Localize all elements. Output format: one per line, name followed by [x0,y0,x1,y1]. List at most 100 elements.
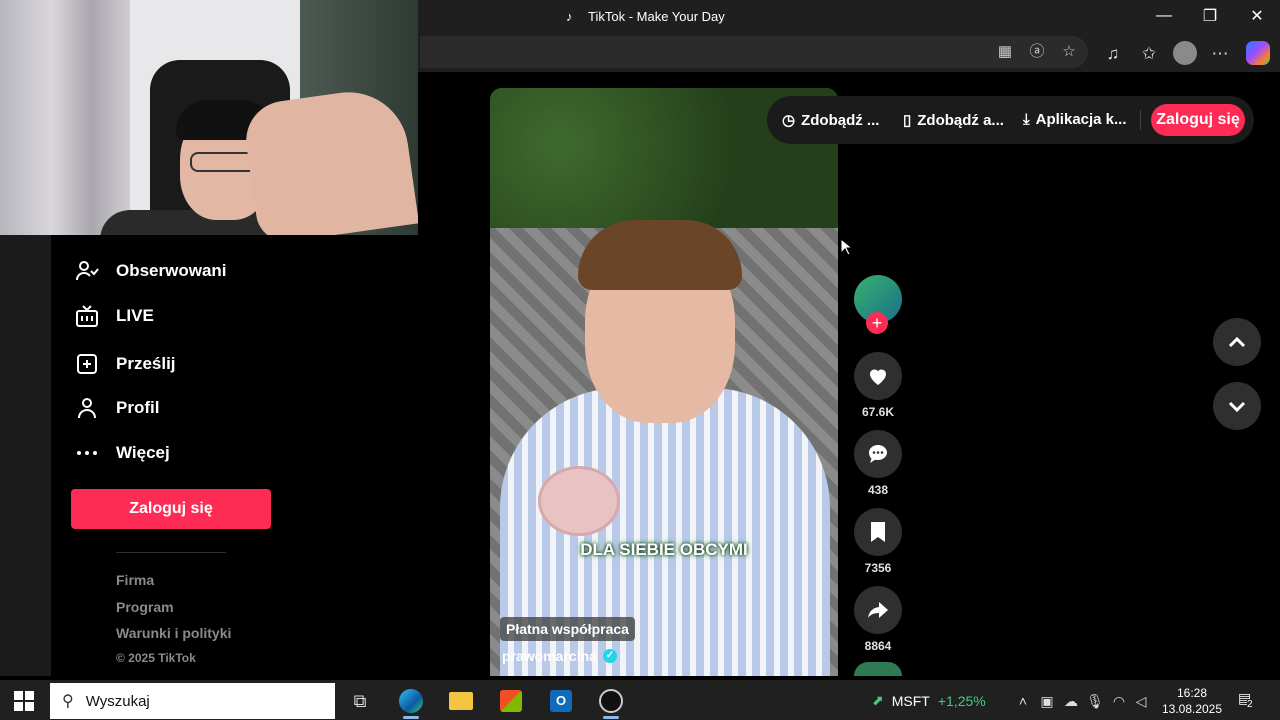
video-player[interactable]: DLA SIEBIE OBCYMI Płatna współpraca praw… [490,88,838,676]
footer-link-program[interactable]: Program [116,599,174,615]
stock-change: +1,25% [937,692,986,709]
footer-link-company[interactable]: Firma [116,572,154,588]
sidebar-item-upload[interactable]: Prześlij [74,349,176,379]
share-button[interactable] [854,586,902,634]
following-icon [74,258,100,284]
sidebar-item-label: Więcej [116,443,170,462]
get-coins-label: Zdobądź ... [801,111,880,129]
sidebar-item-live[interactable]: LIVE [74,301,154,331]
upload-icon [74,351,100,377]
comment-icon [869,445,887,463]
file-explorer-icon[interactable] [448,688,474,714]
settings-more-icon[interactable]: ⋯ [1209,43,1231,65]
read-aloud-icon[interactable]: ⓐ [1028,43,1046,61]
paid-partnership-label: Płatna współpraca [500,617,635,641]
tiktok-icon: ♪ [566,8,573,24]
webcam-curtain [0,0,130,235]
stock-widget[interactable]: ⬈ MSFT +1,25% [872,692,986,709]
edge-active-indicator [403,716,419,719]
profile-avatar[interactable] [1173,41,1197,65]
clock-date: 13.08.2025 [1161,702,1223,716]
webcam-overlay [0,0,418,235]
onedrive-icon[interactable]: ☁ [1062,692,1080,710]
profile-icon [74,395,100,421]
restore-button[interactable]: ❐ [1187,0,1233,32]
sidebar-item-label: Prześlij [116,354,176,373]
sidebar-item-label: LIVE [116,306,154,325]
split-screen-icon[interactable]: ▦ [996,43,1014,61]
save-count: 7356 [864,561,892,575]
favorite-star-icon[interactable]: ☆ [1060,43,1078,61]
download-icon: ⤓ [1023,111,1030,128]
taskbar-clock[interactable]: 16:28 13.08.2025 [1152,685,1232,717]
tray-overflow-icon[interactable]: ˄ [1014,692,1032,710]
video-caption: DLA SIEBIE OBCYMI [580,540,748,559]
notification-count: 2 [1247,699,1253,710]
outlook-icon[interactable]: O [548,688,574,714]
like-count: 67.6K [861,405,895,419]
bookmark-icon [871,522,885,542]
coins-icon: ◷ [782,112,796,129]
microphone-icon[interactable]: 🎙 [1086,692,1104,710]
copilot-icon[interactable] [1246,41,1270,65]
top-login-button[interactable]: Zaloguj się [1151,104,1245,136]
volume-icon[interactable]: ◁ [1132,692,1150,710]
windows-start-icon[interactable] [14,691,34,711]
video-author[interactable]: prawomarcina ✓ [502,648,617,664]
comment-count: 438 [867,483,889,497]
share-count: 8864 [864,639,892,653]
obs-icon[interactable] [598,688,624,714]
music-disc-avatar[interactable] [854,662,902,676]
search-icon: ⚲ [62,693,74,710]
comment-button[interactable] [854,430,902,478]
favorites-icon[interactable]: ✩ [1138,43,1160,65]
verified-badge-icon: ✓ [602,649,617,663]
phone-icon: ▯ [903,112,912,129]
mouse-cursor-icon [840,238,852,256]
desktop-app-label: Aplikacja k... [1035,111,1127,128]
media-control-icon[interactable]: ♫ [1102,43,1124,65]
like-button[interactable] [854,352,902,400]
get-coins-button[interactable]: ◷ Zdobądź ... [782,111,880,130]
sidebar-item-following[interactable]: Obserwowani [74,256,227,286]
stock-symbol: MSFT [891,692,930,709]
edge-browser-icon[interactable] [398,688,424,714]
window-title: ♪ TikTok - Make Your Day [566,9,725,24]
stock-chart-icon: ⬈ [872,692,884,708]
wifi-icon[interactable]: ◠ [1110,692,1128,710]
previous-video-button[interactable] [1213,318,1261,366]
taskbar-search[interactable]: ⚲ Wyszukaj [50,683,335,719]
next-video-button[interactable] [1213,382,1261,430]
sidebar-divider [116,552,226,553]
taskbar-search-placeholder: Wyszukaj [85,692,150,710]
get-app-button[interactable]: ▯ Zdobądź a... [903,111,1004,130]
heart-icon [870,369,886,385]
clock-time: 16:28 [1176,686,1208,700]
share-icon [868,602,888,618]
video-person-hair [578,220,742,290]
close-button[interactable]: ✕ [1234,0,1280,32]
sidebar-item-more[interactable]: Więcej [74,438,170,468]
sidebar-gutter [0,235,51,676]
chevron-up-icon [1228,336,1246,348]
more-icon [74,440,100,466]
copyright-text: © 2025 TikTok [116,651,196,665]
follow-plus-icon[interactable]: + [866,312,888,334]
obs-active-indicator [603,716,619,719]
sidebar-item-label: Obserwowani [116,261,227,280]
tray-app-icon[interactable]: ▣ [1038,692,1056,710]
minimize-button[interactable]: — [1141,0,1187,32]
store-icon[interactable] [498,688,524,714]
save-button[interactable] [854,508,902,556]
chevron-down-icon [1228,401,1246,413]
live-icon [74,303,100,329]
window-title-text: TikTok - Make Your Day [588,9,725,24]
address-bar[interactable] [420,36,1088,68]
footer-link-terms[interactable]: Warunki i polityki [116,625,231,641]
task-view-icon[interactable]: ⧉ [347,688,373,714]
sidebar-login-button[interactable]: Zaloguj się [71,489,271,529]
sidebar-item-profile[interactable]: Profil [74,393,159,423]
top-bar-divider [1140,110,1141,130]
get-app-label: Zdobądź a... [917,111,1004,129]
desktop-app-button[interactable]: ⤓ Aplikacja k... [1023,111,1127,128]
